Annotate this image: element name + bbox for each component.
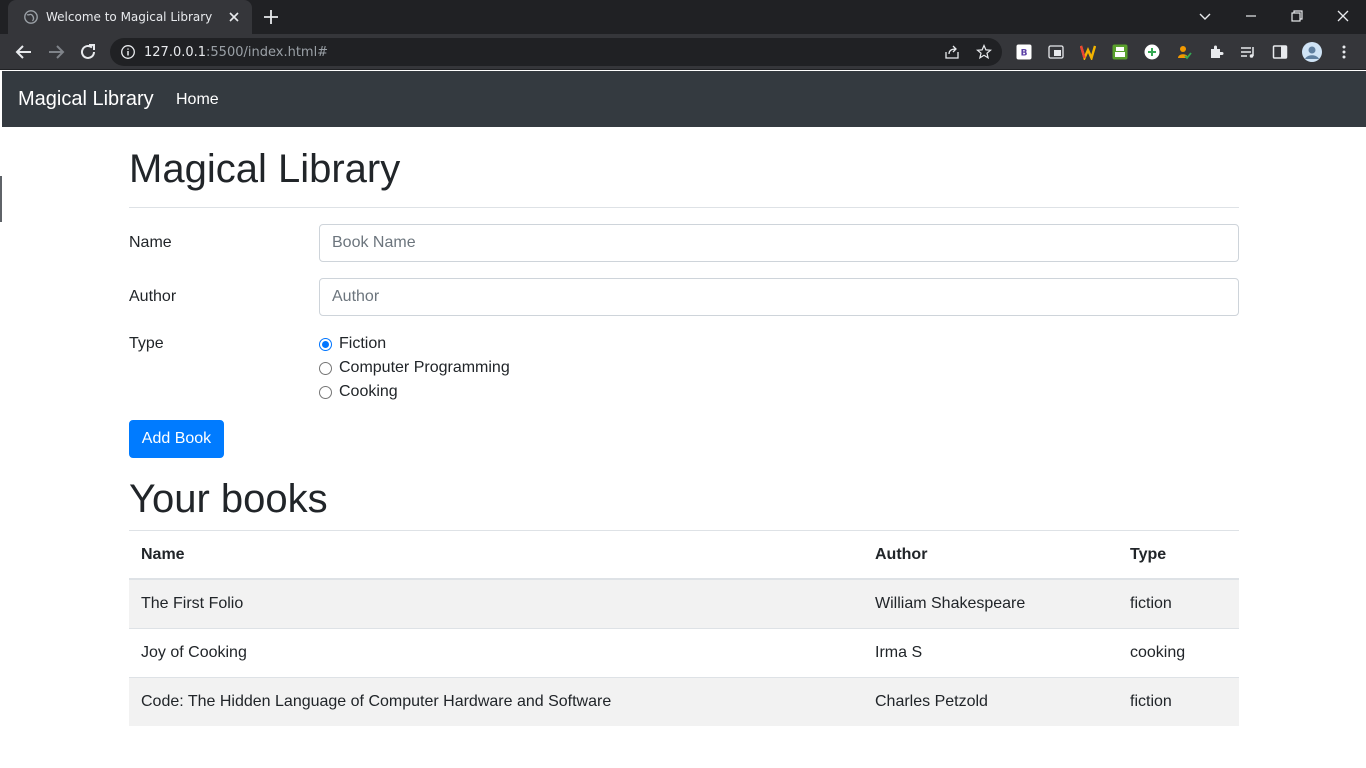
books-table: Name Author Type The First Folio William… — [129, 531, 1239, 726]
svg-text:B: B — [1021, 49, 1028, 59]
radio-label-cooking[interactable]: Cooking — [339, 383, 398, 401]
share-icon[interactable] — [944, 44, 960, 60]
forward-arrow-icon[interactable] — [45, 41, 67, 63]
avatar[interactable] — [1302, 42, 1322, 62]
book-type-cell: fiction — [1118, 676, 1239, 726]
books-section-title: Your books — [129, 477, 328, 521]
radio-label-computer-programming[interactable]: Computer Programming — [339, 359, 510, 377]
table-row: Code: The Hidden Language of Computer Ha… — [129, 676, 1239, 726]
type-label: Type — [129, 335, 164, 352]
book-author-cell: William Shakespeare — [863, 578, 1118, 628]
page-edge-marker — [0, 176, 2, 222]
window-extension-icon[interactable] — [1048, 44, 1064, 60]
radio-button-fiction[interactable] — [319, 337, 332, 351]
radio-button-computer-programming[interactable] — [319, 361, 332, 375]
name-label: Name — [129, 234, 172, 251]
print-extension-icon[interactable] — [1112, 44, 1128, 60]
globe-icon — [24, 10, 38, 24]
book-name-cell: Joy of Cooking — [129, 627, 863, 677]
address-bar[interactable]: 127.0.0.1:5500/index.html# — [110, 38, 1002, 66]
divider — [129, 207, 1239, 208]
url-text: 127.0.0.1:5500/index.html# — [144, 45, 328, 60]
nav-link-home[interactable]: Home — [176, 91, 219, 109]
add-book-button[interactable]: Add Book — [129, 420, 224, 458]
w-extension-icon[interactable] — [1080, 44, 1096, 60]
restore-icon[interactable] — [1287, 6, 1307, 26]
book-type-cell: fiction — [1118, 578, 1239, 628]
browser-tabstrip: Welcome to Magical Library — [0, 0, 1366, 34]
puzzle-extensions-icon[interactable] — [1208, 44, 1224, 60]
side-panel-icon[interactable] — [1272, 44, 1288, 60]
plus-circle-extension-icon[interactable] — [1144, 44, 1160, 60]
radio-cooking[interactable]: Cooking — [319, 382, 398, 402]
more-menu-icon[interactable] — [1336, 44, 1352, 60]
new-tab-icon[interactable] — [262, 8, 280, 26]
minimize-icon[interactable] — [1241, 6, 1261, 26]
book-name-cell: Code: The Hidden Language of Computer Ha… — [129, 676, 863, 726]
bootstrap-extension-icon[interactable]: B — [1016, 44, 1032, 60]
tab-title: Welcome to Magical Library — [46, 10, 213, 24]
url-host: 127.0.0.1 — [144, 45, 207, 60]
bookmark-star-icon[interactable] — [976, 44, 992, 60]
url-path: :5500/index.html# — [206, 45, 329, 60]
close-icon[interactable] — [226, 9, 242, 25]
reload-icon[interactable] — [77, 41, 99, 63]
book-name-cell: The First Folio — [129, 578, 863, 628]
table-header-row: Name Author Type — [129, 531, 1239, 580]
column-header-type: Type — [1118, 531, 1239, 580]
browser-toolbar: 127.0.0.1:5500/index.html# B — [0, 34, 1366, 70]
radio-label-fiction[interactable]: Fiction — [339, 335, 386, 353]
page-title: Magical Library — [129, 147, 401, 191]
table-row: Joy of Cooking Irma S cooking — [129, 627, 1239, 677]
book-name-input[interactable] — [319, 224, 1239, 262]
table-row: The First Folio William Shakespeare fict… — [129, 578, 1239, 628]
book-author-cell: Charles Petzold — [863, 676, 1118, 726]
person-check-extension-icon[interactable] — [1176, 44, 1192, 60]
page-left-edge — [0, 127, 2, 768]
radio-computer-programming[interactable]: Computer Programming — [319, 358, 510, 378]
browser-tab[interactable]: Welcome to Magical Library — [8, 0, 252, 34]
info-icon[interactable] — [120, 44, 136, 60]
radio-button-cooking[interactable] — [319, 385, 332, 399]
column-header-author: Author — [863, 531, 1118, 580]
author-label: Author — [129, 288, 177, 305]
site-navbar: Magical Library Home — [2, 71, 1366, 127]
book-author-cell: Irma S — [863, 627, 1118, 677]
author-input[interactable] — [319, 278, 1239, 316]
book-type-cell: cooking — [1118, 627, 1239, 677]
radio-fiction[interactable]: Fiction — [319, 334, 386, 354]
navbar-brand[interactable]: Magical Library — [18, 88, 154, 111]
column-header-name: Name — [129, 531, 863, 580]
window-close-icon[interactable] — [1333, 6, 1353, 26]
back-arrow-icon[interactable] — [13, 41, 35, 63]
media-queue-icon[interactable] — [1240, 44, 1256, 60]
tab-search-icon[interactable] — [1195, 6, 1215, 26]
